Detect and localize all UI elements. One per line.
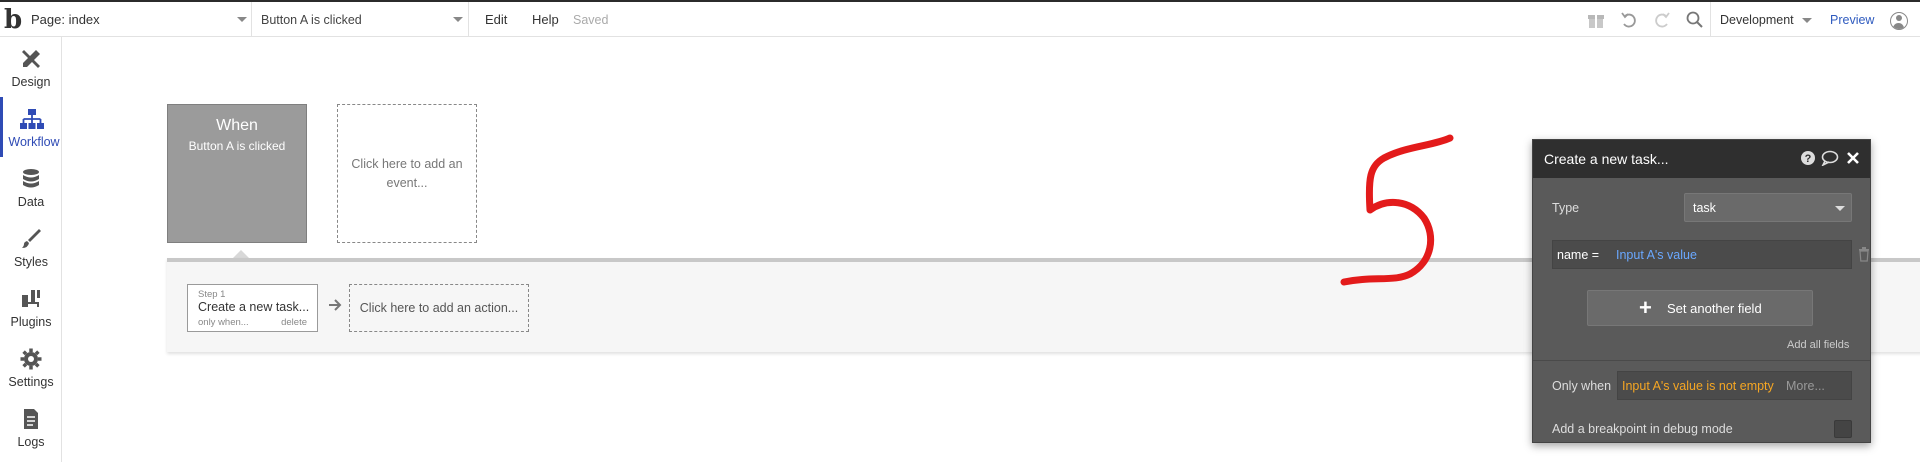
sidebar-item-label: Logs (17, 435, 45, 449)
field-value-expression[interactable]: Input A's value (1616, 248, 1697, 262)
sidebar-item-data[interactable]: Data (0, 157, 62, 217)
top-bar: b Page: index Button A is clicked Edit H… (0, 0, 1920, 37)
sidebar-item-label: Styles (13, 255, 49, 269)
chevron-down-icon (237, 17, 247, 22)
database-icon (19, 167, 43, 191)
sidebar-item-label: Design (11, 75, 51, 89)
arrow-right-icon (328, 298, 342, 312)
set-another-field-label: Set another field (1667, 301, 1762, 316)
add-action-button[interactable]: Click here to add an action... (349, 284, 529, 332)
annotation-number-5 (1340, 134, 1454, 286)
sidebar-item-label: Workflow (8, 135, 60, 149)
help-icon[interactable]: ? (1800, 150, 1818, 168)
search-icon[interactable] (1684, 10, 1706, 32)
step-name: Create a new task... (198, 300, 310, 314)
chevron-down-icon (1802, 18, 1812, 23)
action-property-editor: Create a new task... ? Type task name = … (1532, 139, 1871, 443)
step-card[interactable]: Step 1 Create a new task... only when...… (187, 284, 318, 332)
document-icon (19, 407, 43, 431)
sidebar-item-design[interactable]: Design (0, 37, 62, 97)
gear-icon (19, 347, 43, 371)
selected-event-pointer (233, 250, 249, 258)
sidebar: Design Workflow Data Styles Plugins Sett… (0, 37, 62, 462)
sidebar-item-logs[interactable]: Logs (0, 397, 62, 457)
sidebar-item-styles[interactable]: Styles (0, 217, 62, 277)
event-card[interactable]: When Button A is clicked (167, 104, 307, 243)
sidebar-item-label: Plugins (10, 315, 52, 329)
type-label: Type (1552, 201, 1580, 215)
editor-header: Create a new task... ? (1533, 140, 1870, 178)
field-name-label: name = (1557, 248, 1600, 262)
comment-icon[interactable] (1821, 150, 1839, 168)
sidebar-item-settings[interactable]: Settings (0, 337, 62, 397)
event-selector[interactable]: Button A is clicked (253, 2, 469, 37)
breakpoint-checkbox[interactable] (1834, 420, 1852, 438)
set-another-field-button[interactable]: + Set another field (1587, 290, 1813, 326)
environment-label: Development (1720, 13, 1794, 27)
event-when-label: When (216, 117, 258, 134)
only-when-condition-field[interactable]: Input A's value is not empty More... (1617, 371, 1852, 400)
event-trigger-label: Button A is clicked (188, 139, 286, 153)
only-when-label: Only when (1552, 379, 1612, 393)
close-icon[interactable] (1845, 150, 1863, 168)
gift-icon[interactable] (1585, 10, 1607, 32)
add-all-fields-link[interactable]: Add all fields (1787, 339, 1849, 351)
event-selector-label: Button A is clicked (261, 13, 362, 27)
condition-expression[interactable]: Input A's value is not empty (1622, 379, 1774, 393)
plus-icon: + (1639, 295, 1652, 320)
brush-icon (19, 227, 43, 251)
sidebar-item-label: Data (17, 195, 45, 209)
type-dropdown-value: task (1693, 201, 1716, 215)
environment-selector[interactable]: Development (1710, 2, 1815, 37)
step-only-when-link[interactable]: only when... (198, 317, 249, 328)
plug-icon (19, 287, 43, 311)
field-assignment-row[interactable]: name = Input A's value (1552, 240, 1852, 269)
type-dropdown[interactable]: task (1684, 193, 1852, 222)
bubble-logo[interactable]: b (4, 6, 26, 34)
help-menu[interactable]: Help (532, 12, 559, 27)
sidebar-item-workflow[interactable]: Workflow (0, 97, 62, 157)
redo-icon[interactable] (1651, 10, 1673, 32)
save-status: Saved (573, 13, 609, 27)
step-number: Step 1 (198, 289, 226, 300)
breakpoint-label: Add a breakpoint in debug mode (1552, 422, 1733, 436)
add-event-button[interactable]: Click here to add an event... (337, 104, 477, 243)
avatar[interactable] (1890, 12, 1908, 30)
preview-link[interactable]: Preview (1830, 13, 1874, 27)
sidebar-item-plugins[interactable]: Plugins (0, 277, 62, 337)
editor-title: Create a new task... (1544, 151, 1669, 167)
chevron-down-icon (1835, 206, 1845, 211)
more-link[interactable]: More... (1786, 379, 1825, 393)
workflow-icon (19, 107, 44, 131)
trash-icon[interactable] (1858, 247, 1870, 262)
page-selector-label: Page: index (31, 12, 100, 27)
edit-menu[interactable]: Edit (485, 12, 507, 27)
divider (1533, 360, 1870, 361)
undo-icon[interactable] (1618, 10, 1640, 32)
workflow-canvas: When Button A is clicked Click here to a… (62, 37, 1920, 462)
step-delete-link[interactable]: delete (281, 317, 307, 328)
chevron-down-icon (453, 17, 463, 22)
page-selector[interactable]: Page: index (27, 2, 252, 37)
svg-text:?: ? (1805, 153, 1812, 165)
sidebar-item-label: Settings (8, 375, 54, 389)
design-icon (19, 47, 43, 71)
